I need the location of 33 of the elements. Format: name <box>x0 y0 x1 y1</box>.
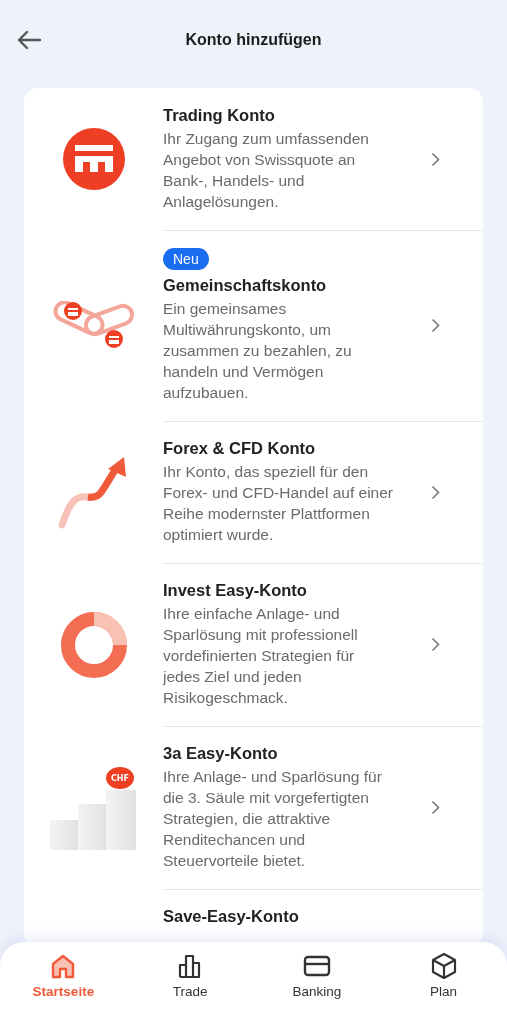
account-description: Ihr Konto, das speziell für den Forex- und CFD-Handel auf einer Reihe modernster Plattformen optimiert wurde. <box>163 462 395 545</box>
linked-coins-icon <box>50 300 137 351</box>
account-description: Ihre einfache Anlage- und Sparlösung mit professionell vordefinierten Strategien für jedes Ziel und jeden Risikogeschmack. <box>163 604 359 708</box>
account-row[interactable]: Forex & CFD Konto Ihr Konto, das speziell für den Forex- und CFD-Handel auf einer Reihe modernster Plattformen optimiert wurde. <box>24 421 483 563</box>
account-row[interactable]: Trading Konto Ihr Zugang zum umfassenden Angebot von Swissquote an Bank-, Handels- und Anlagelösungen. <box>24 88 483 230</box>
account-title: Trading Konto <box>163 106 276 125</box>
chevron-right-icon <box>430 151 440 167</box>
chevron-right-icon <box>430 800 440 815</box>
account-description: Ein gemeinsames Multiwährungskonto, um zusammen zu bezahlen, zu handeln und Vermögen aufzubauen. <box>163 299 353 403</box>
account-title: 3a Easy-Konto <box>163 744 279 763</box>
ring-chart-icon <box>58 609 129 680</box>
currency-coin: CHF <box>105 766 134 789</box>
account-title: Invest Easy-Konto <box>163 581 308 600</box>
nav-tab[interactable]: Plan <box>393 950 494 1001</box>
page-title: Konto hinzufügen <box>185 31 322 49</box>
nav-tab[interactable]: Trade <box>140 950 241 1001</box>
cube-icon <box>430 952 457 980</box>
new-badge: Neu <box>163 248 209 270</box>
account-title: Save-Easy-Konto <box>163 907 300 926</box>
chevron-right-icon <box>430 484 440 500</box>
chevron-right-icon <box>430 318 440 333</box>
account-row[interactable]: Save-Easy-Konto <box>24 889 483 942</box>
account-row[interactable]: Neu Gemeinschaftskonto Ein gemeinsames Multiwährungskonto, um zusammen zu bezahlen, zu handeln und Vermögen aufzubauen. <box>24 230 483 421</box>
chevron-right-icon <box>430 637 440 652</box>
account-row[interactable]: CHF 3a Easy-Konto Ihre Anlage- und Sparlösung für die 3. Säule mit vorgefertigten Strategien, die attraktive Renditechancen und Steuervorteile bietet. <box>24 726 483 889</box>
account-title: Forex & CFD Konto <box>163 439 317 458</box>
account-title: Gemeinschaftskonto <box>163 276 328 295</box>
home-icon <box>50 952 77 980</box>
nav-tab[interactable]: Banking <box>266 950 367 1001</box>
account-row[interactable]: Invest Easy-Konto Ihre einfache Anlage- und Sparlösung mit professionell vordefinierten Strategien für jedes Ziel und jeden Risikogeschmack. <box>24 563 483 726</box>
account-description: Ihre Anlage- und Sparlösung für die 3. Säule mit vorgefertigten Strategien, die attraktive Renditechancen und Steuervorteile bietet. <box>163 767 383 871</box>
account-description: Ihr Zugang zum umfassenden Angebot von Swissquote an Bank-, Handels- und Anlagelösungen. <box>163 129 370 212</box>
emblem-icon <box>61 127 126 191</box>
